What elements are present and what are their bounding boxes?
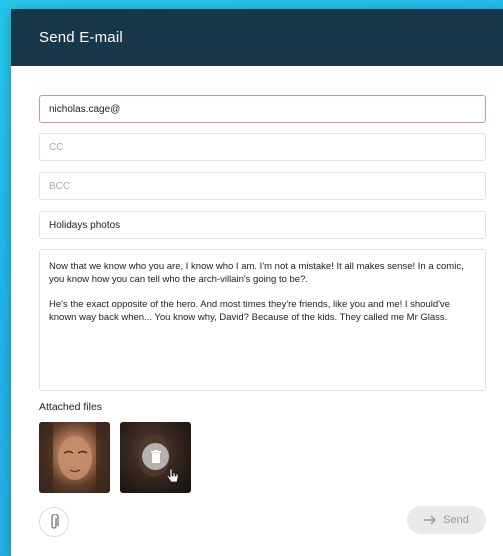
cc-field[interactable]: CC [39, 133, 486, 161]
subject-value: Holidays photos [49, 219, 121, 231]
hand-cursor-icon [166, 468, 179, 483]
to-field[interactable]: nicholas.cage@ [39, 95, 486, 123]
bcc-placeholder: BCC [49, 180, 71, 192]
send-button-label: Send [443, 514, 469, 526]
attachment-thumbnail-1[interactable] [39, 422, 110, 493]
to-field-value: nicholas.cage@ [49, 103, 121, 115]
message-paragraph-2: He's the exact opposite of the hero. And… [49, 299, 450, 323]
send-button[interactable]: Send [407, 506, 486, 534]
cc-placeholder: CC [49, 141, 64, 153]
bcc-field[interactable]: BCC [39, 172, 486, 200]
send-email-dialog: Send E-mail nicholas.cage@ CC BCC Holida… [11, 9, 503, 556]
message-paragraph-1: Now that we know who you are, I know who… [49, 261, 464, 285]
attachment-thumbnail-2[interactable] [120, 422, 191, 493]
subject-field[interactable]: Holidays photos [39, 211, 486, 239]
attach-file-button[interactable] [39, 507, 69, 537]
arrow-right-icon [424, 515, 437, 525]
paperclip-icon [51, 514, 59, 529]
trash-icon [150, 450, 161, 463]
message-body-textarea[interactable]: Now that we know who you are, I know who… [39, 249, 486, 391]
dialog-header: Send E-mail [11, 9, 503, 66]
delete-attachment-button[interactable] [142, 443, 169, 470]
photo-face-image [39, 422, 110, 493]
attached-files-title: Attached files [39, 401, 103, 413]
dialog-title: Send E-mail [39, 29, 123, 46]
